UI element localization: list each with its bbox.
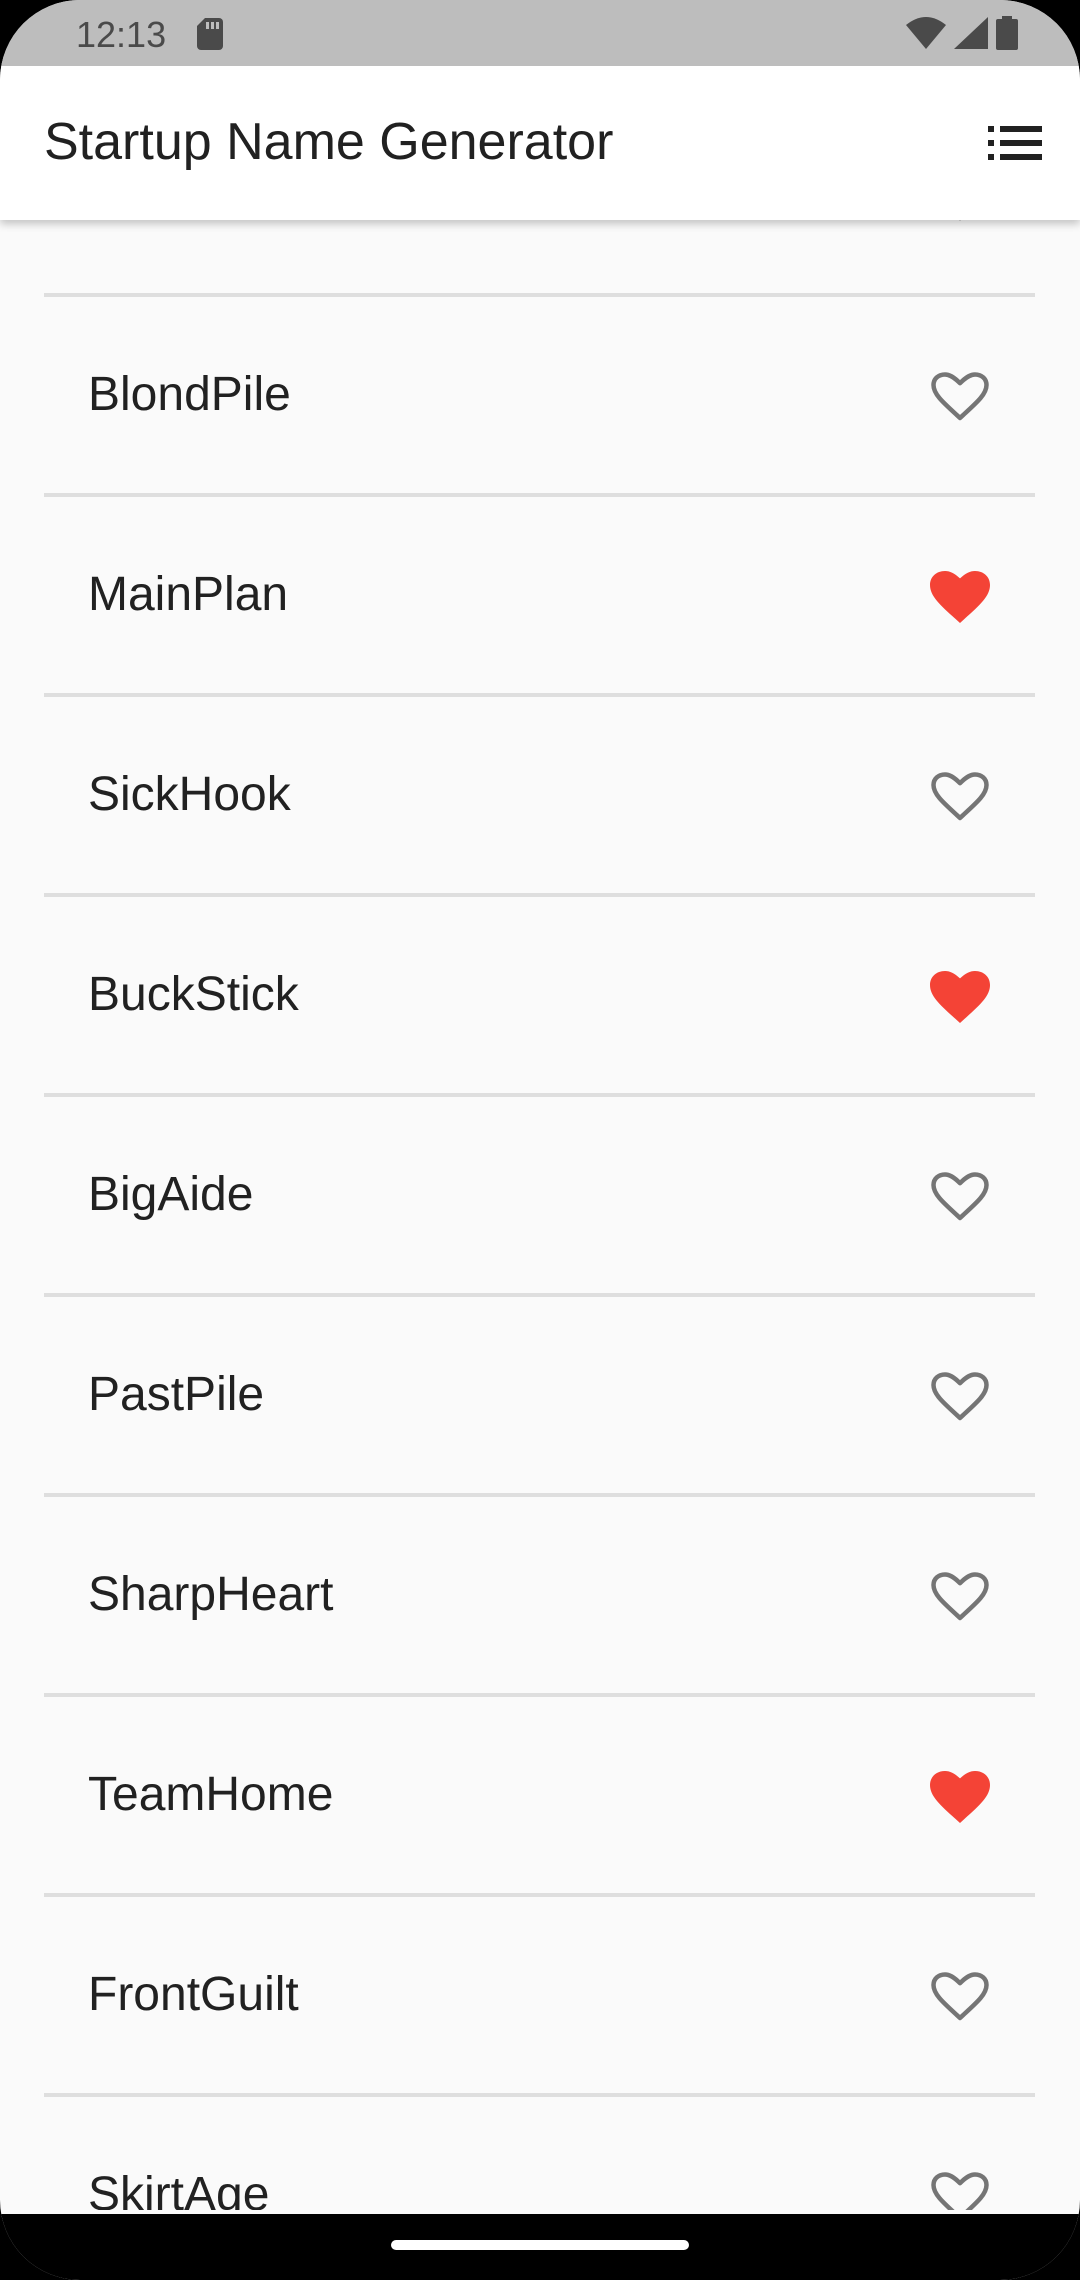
startup-name-label: BigAide (88, 1168, 254, 1221)
list-item[interactable]: SickHook (0, 697, 1080, 893)
app-bar: Startup Name Generator (0, 66, 1080, 220)
list-item[interactable]: BigAide (0, 1097, 1080, 1293)
list-item[interactable]: SharpHeart (0, 1497, 1080, 1693)
home-gesture-handle[interactable] (391, 2240, 689, 2250)
favorite-heart-filled-icon[interactable] (930, 971, 990, 1023)
favorite-heart-outline-icon[interactable] (930, 1571, 990, 1623)
list-item[interactable]: BuckStick (0, 897, 1080, 1093)
startup-name-label: SharpHeart (88, 1568, 334, 1621)
list-item[interactable]: CleanSpouse (0, 220, 1080, 293)
list-item[interactable]: FrontGuilt (0, 1897, 1080, 2093)
app-screen: 12:13 Startup Name Generator BlondPile M… (0, 0, 1080, 2280)
list-icon (988, 126, 1042, 160)
startup-name-label: SickHook (88, 768, 291, 821)
startup-name-label: FrontGuilt (88, 1968, 299, 2021)
favorite-heart-outline-icon[interactable] (930, 771, 990, 823)
favorite-heart-outline-icon[interactable] (930, 220, 990, 223)
navigation-bar (0, 2214, 1080, 2280)
name-list-content: CleanSpouse BlondPile MainPlan SickHook Buck… (0, 220, 1080, 2210)
sd-card-icon (197, 18, 223, 50)
favorite-heart-outline-icon[interactable] (930, 1371, 990, 1423)
list-item[interactable]: PastPile (0, 1297, 1080, 1493)
startup-name-label: MainPlan (88, 568, 289, 621)
saved-list-button[interactable] (980, 110, 1050, 176)
favorite-heart-outline-icon[interactable] (930, 1171, 990, 1223)
startup-name-label: CleanSpouse (88, 220, 376, 293)
startup-name-label: PastPile (88, 1368, 265, 1421)
battery-icon (996, 16, 1018, 50)
list-item[interactable]: MainPlan (0, 497, 1080, 693)
startup-name-label: BuckStick (88, 968, 299, 1021)
status-icons (906, 16, 1018, 50)
list-item[interactable]: BlondPile (0, 297, 1080, 493)
status-time: 12:13 (76, 14, 167, 55)
name-list[interactable]: CleanSpouse BlondPile MainPlan SickHook Buck… (0, 220, 1080, 2210)
status-bar: 12:13 (0, 0, 1080, 66)
favorite-heart-filled-icon[interactable] (930, 571, 990, 623)
favorite-heart-filled-icon[interactable] (930, 1771, 990, 1823)
startup-name-label: SkirtAge (88, 2168, 270, 2210)
startup-name-label: BlondPile (88, 368, 291, 421)
favorite-heart-outline-icon[interactable] (930, 371, 990, 423)
list-item[interactable]: TeamHome (0, 1697, 1080, 1893)
startup-name-label: TeamHome (88, 1768, 334, 1821)
favorite-heart-outline-icon[interactable] (930, 1971, 990, 2023)
signal-icon (954, 17, 988, 49)
list-item[interactable]: SkirtAge (0, 2097, 1080, 2210)
page-title: Startup Name Generator (44, 113, 614, 171)
wifi-icon (906, 17, 946, 49)
favorite-heart-outline-icon[interactable] (930, 2171, 990, 2210)
